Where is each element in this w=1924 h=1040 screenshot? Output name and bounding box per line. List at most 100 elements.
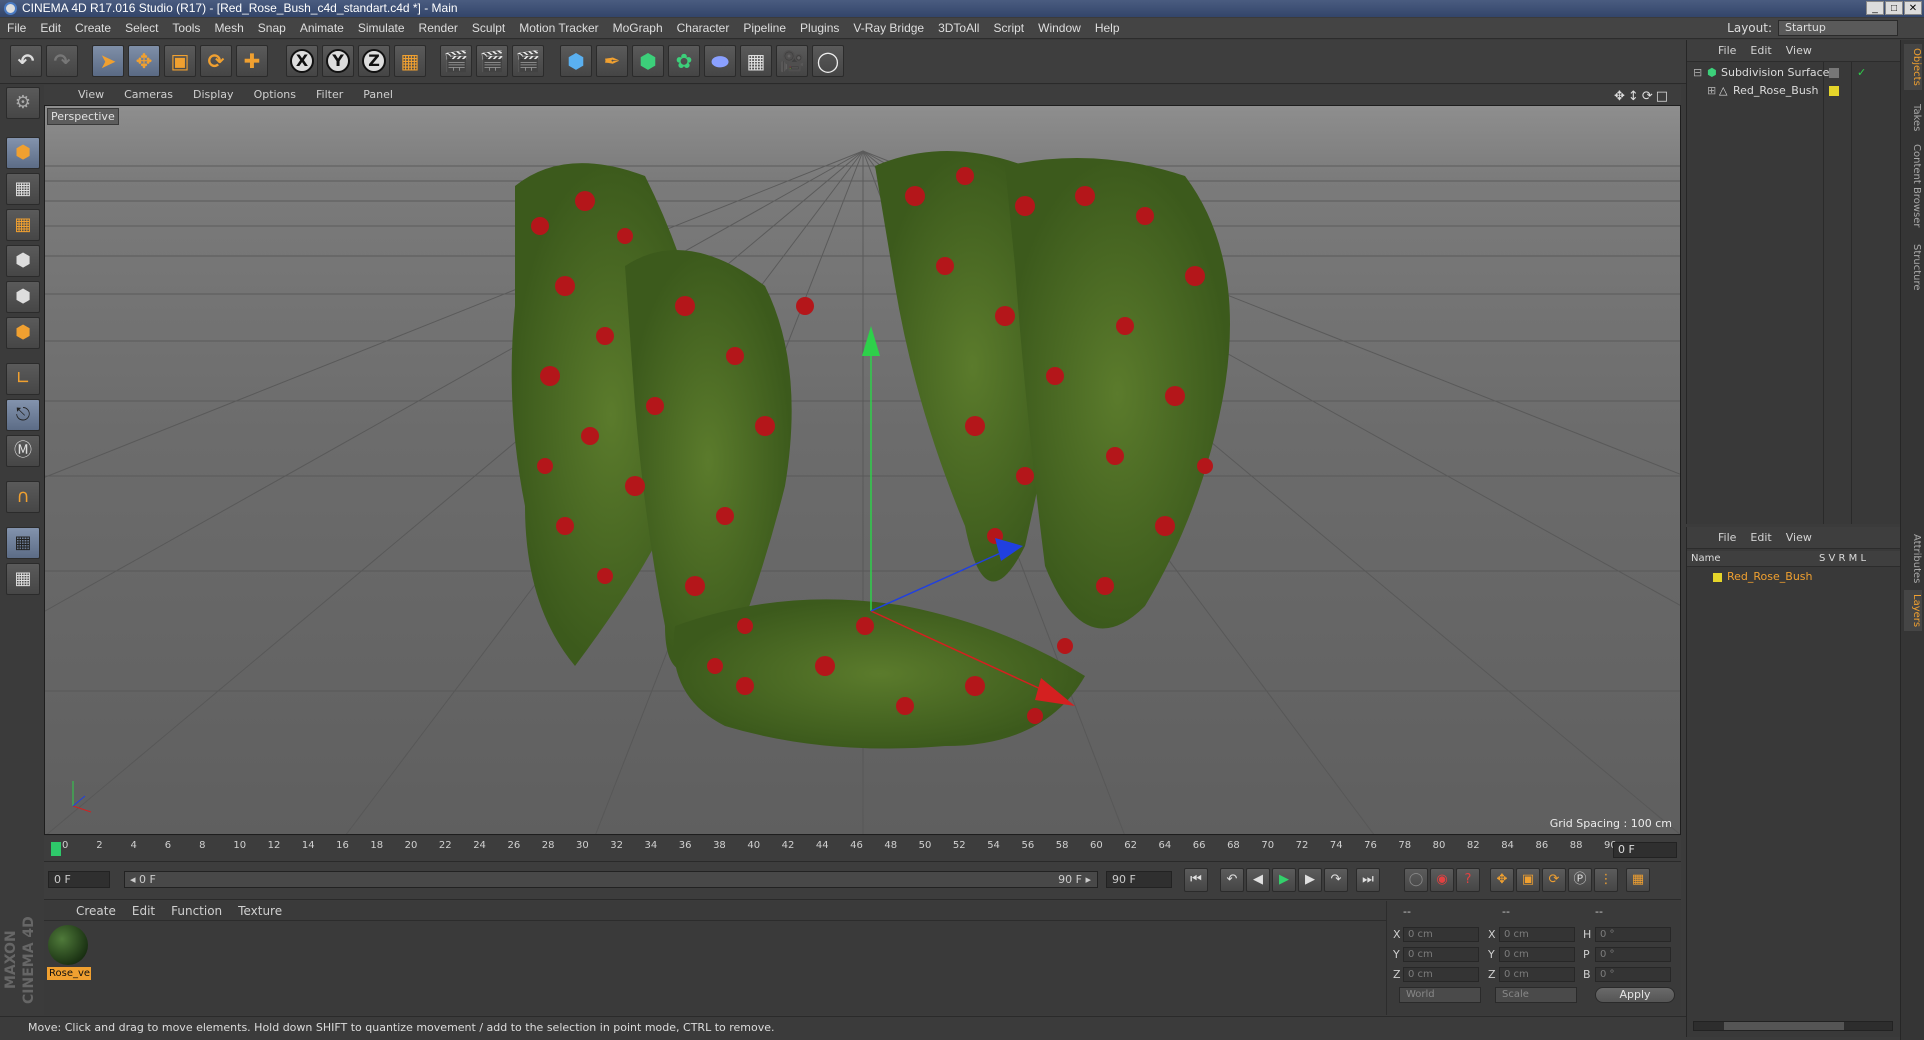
record-keys-button[interactable]: ◯ xyxy=(1404,868,1428,892)
live-selection-button[interactable]: ➤ xyxy=(92,45,124,77)
viewport-menu-cameras[interactable]: Cameras xyxy=(114,85,183,105)
workplane-mode-button[interactable]: ▦ xyxy=(6,209,40,241)
size-mode-dropdown[interactable]: Scale xyxy=(1495,987,1577,1003)
keyframe-selection-button[interactable]: ? xyxy=(1456,868,1480,892)
tweak-mode-button[interactable]: ⎋ xyxy=(6,399,40,431)
material-preview-swatch[interactable] xyxy=(48,925,88,965)
frame-range-slider[interactable]: ◂ 0 F 90 F ▸ xyxy=(124,871,1098,888)
menu-window[interactable]: Window xyxy=(1031,18,1088,39)
points-mode-button[interactable]: ⬢ xyxy=(6,245,40,277)
menu-tools[interactable]: Tools xyxy=(165,18,207,39)
perspective-viewport[interactable]: Perspective Grid Spacing : 100 cm xyxy=(44,105,1681,835)
menu-animate[interactable]: Animate xyxy=(293,18,351,39)
make-editable-button[interactable]: ⚙ xyxy=(6,87,40,119)
recent-tool-button[interactable]: ✚ xyxy=(236,45,268,77)
rotation-p-field[interactable]: 0 ° xyxy=(1595,947,1671,962)
rotate-tool-button[interactable]: ⟳ xyxy=(200,45,232,77)
menu-sculpt[interactable]: Sculpt xyxy=(465,18,512,39)
viewport-menu-view[interactable]: View xyxy=(68,85,114,105)
deformer-button[interactable]: ⬬ xyxy=(704,45,736,77)
material-menu-texture[interactable]: Texture xyxy=(230,901,290,921)
current-frame-field[interactable]: 0 F xyxy=(1613,842,1677,858)
material-menu-edit[interactable]: Edit xyxy=(124,901,163,921)
position-x-field[interactable]: 0 cm xyxy=(1403,927,1479,942)
menu-motion-tracker[interactable]: Motion Tracker xyxy=(512,18,605,39)
go-to-start-button[interactable]: ⏮ xyxy=(1184,868,1208,892)
polygons-mode-button[interactable]: ⬢ xyxy=(6,317,40,349)
go-to-next-frame-button[interactable]: ▶ xyxy=(1298,868,1322,892)
menu-render[interactable]: Render xyxy=(412,18,465,39)
minimize-button[interactable]: _ xyxy=(1866,1,1884,15)
size-y-field[interactable]: 0 cm xyxy=(1499,947,1575,962)
rotation-b-field[interactable]: 0 ° xyxy=(1595,967,1671,982)
enable-axis-button[interactable]: ∟ xyxy=(6,363,40,395)
go-to-next-key-button[interactable]: ↷ xyxy=(1324,868,1348,892)
size-z-field[interactable]: 0 cm xyxy=(1499,967,1575,982)
menu-mesh[interactable]: Mesh xyxy=(207,18,250,39)
menu-create[interactable]: Create xyxy=(68,18,118,39)
close-button[interactable]: ✕ xyxy=(1904,1,1922,15)
menu-simulate[interactable]: Simulate xyxy=(351,18,412,39)
viewport-menu-display[interactable]: Display xyxy=(183,85,244,105)
menu-mograph[interactable]: MoGraph xyxy=(606,18,670,39)
scrollbar-thumb[interactable] xyxy=(1724,1022,1844,1030)
current-frame-marker[interactable] xyxy=(51,842,61,856)
viewport-menu-filter[interactable]: Filter xyxy=(306,85,353,105)
maximize-button[interactable]: □ xyxy=(1885,1,1903,15)
layer-menu-file[interactable]: File xyxy=(1711,527,1743,549)
size-x-field[interactable]: 0 cm xyxy=(1499,927,1575,942)
go-to-previous-key-button[interactable]: ↶ xyxy=(1220,868,1244,892)
record-rotation-button[interactable]: ⟳ xyxy=(1542,868,1566,892)
end-frame-field[interactable]: 90 F xyxy=(1106,871,1172,888)
material-menu-function[interactable]: Function xyxy=(163,901,230,921)
autokeying-button[interactable]: ◉ xyxy=(1430,868,1454,892)
undo-button[interactable]: ↶ xyxy=(10,45,42,77)
layer-row-red-rose-bush[interactable]: Red_Rose_Bush xyxy=(1687,569,1901,585)
menu-pipeline[interactable]: Pipeline xyxy=(736,18,793,39)
menu-snap[interactable]: Snap xyxy=(251,18,293,39)
array-button[interactable]: ✿ xyxy=(668,45,700,77)
material-menu-create[interactable]: Create xyxy=(68,901,124,921)
material-name-label[interactable]: Rose_ve xyxy=(47,967,91,980)
position-y-field[interactable]: 0 cm xyxy=(1403,947,1479,962)
redo-button[interactable]: ↷ xyxy=(46,45,78,77)
layer-menu-edit[interactable]: Edit xyxy=(1743,527,1778,549)
menu-character[interactable]: Character xyxy=(670,18,737,39)
object-row-subdivision-surface[interactable]: ⊟ ⬢ Subdivision Surface ✓ xyxy=(1687,64,1901,82)
tab-content-browser[interactable]: Content Browser xyxy=(1904,140,1922,231)
go-to-previous-frame-button[interactable]: ◀ xyxy=(1246,868,1270,892)
tab-structure[interactable]: Structure xyxy=(1904,240,1922,295)
apply-button[interactable]: Apply xyxy=(1595,987,1675,1003)
light-button[interactable]: ◯ xyxy=(812,45,844,77)
layer-horizontal-scrollbar[interactable] xyxy=(1693,1021,1893,1031)
tab-takes[interactable]: Takes xyxy=(1904,100,1922,135)
locked-workplane-button[interactable]: ▦ xyxy=(6,527,40,559)
menu-file[interactable]: File xyxy=(0,18,33,39)
scale-tool-button[interactable]: ▣ xyxy=(164,45,196,77)
object-menu-view[interactable]: View xyxy=(1779,40,1819,62)
tab-objects[interactable]: Objects xyxy=(1904,44,1922,90)
layer-color-icon[interactable] xyxy=(1829,86,1839,96)
layer-color-icon[interactable] xyxy=(1829,68,1839,78)
render-picture-viewer-button[interactable]: 🎬 xyxy=(476,45,508,77)
timeline-ruler[interactable]: 0 2 4 6 8 10 12 14 16 18 20 22 24 26 28 30 32 34 36 38 40 42 4… xyxy=(44,836,1681,862)
tab-layers[interactable]: Layers xyxy=(1904,590,1922,632)
z-axis-lock-button[interactable]: Z xyxy=(358,45,390,77)
model-mode-button[interactable]: ⬢ xyxy=(6,137,40,169)
edges-mode-button[interactable]: ⬢ xyxy=(6,281,40,313)
position-z-field[interactable]: 0 cm xyxy=(1403,967,1479,982)
layer-menu-view[interactable]: View xyxy=(1779,527,1819,549)
render-settings-button[interactable]: 🎬 xyxy=(512,45,544,77)
layout-dropdown[interactable]: Startup xyxy=(1778,20,1898,36)
timeline-window-button[interactable]: ▦ xyxy=(1626,868,1650,892)
expand-icon[interactable]: ⊞ xyxy=(1707,82,1716,100)
pen-spline-button[interactable]: ✒ xyxy=(596,45,628,77)
play-forwards-button[interactable]: ▶ xyxy=(1272,868,1296,892)
coordinate-space-dropdown[interactable]: World xyxy=(1399,987,1481,1003)
planar-workplane-button[interactable]: ▦ xyxy=(6,563,40,595)
menu-3dtoall[interactable]: 3DToAll xyxy=(931,18,986,39)
subdivision-surface-button[interactable]: ⬢ xyxy=(632,45,664,77)
viewport-menu-panel[interactable]: Panel xyxy=(353,85,403,105)
menu-vray-bridge[interactable]: V-Ray Bridge xyxy=(846,18,931,39)
viewport-camera-label[interactable]: Perspective xyxy=(47,108,119,125)
